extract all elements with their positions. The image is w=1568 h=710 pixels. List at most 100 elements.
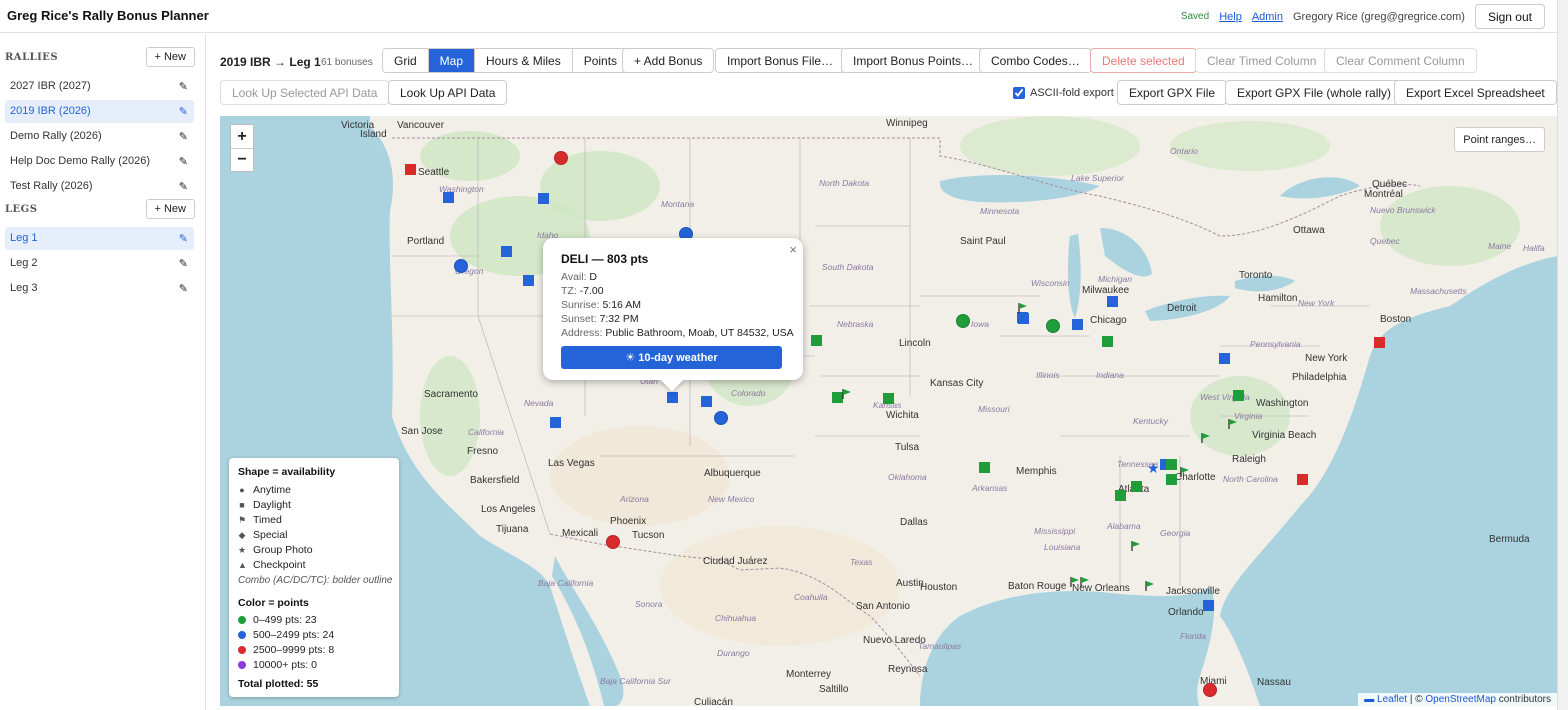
bonus-marker-circle[interactable] xyxy=(1046,319,1060,333)
export-excel-button[interactable]: Export Excel Spreadsheet xyxy=(1394,80,1557,105)
sidebar-item-leg[interactable]: Leg 2 ✎ xyxy=(5,252,194,275)
osm-link[interactable]: OpenStreetMap xyxy=(1425,694,1496,705)
bonus-marker-circle[interactable] xyxy=(956,314,970,328)
popup-title: DELI — 803 pts xyxy=(561,252,649,266)
sidebar-item-rally[interactable]: Test Rally (2026) ✎ xyxy=(5,175,194,198)
bonus-marker-flag[interactable] xyxy=(1201,432,1211,443)
import-bonus-file-button[interactable]: Import Bonus File… xyxy=(715,48,846,73)
bonus-marker-flag[interactable] xyxy=(1080,576,1090,587)
close-icon[interactable]: × xyxy=(789,242,797,257)
combo-codes-button[interactable]: Combo Codes… xyxy=(979,48,1092,73)
tab-grid[interactable]: Grid xyxy=(383,49,429,72)
lookup-selected-api-button[interactable]: Look Up Selected API Data xyxy=(220,80,390,105)
bonus-marker-flag[interactable] xyxy=(1018,302,1028,313)
bonus-marker-square[interactable] xyxy=(1018,313,1029,324)
clear-timed-column-button[interactable]: Clear Timed Column xyxy=(1195,48,1329,73)
pencil-icon[interactable]: ✎ xyxy=(179,232,188,245)
bonus-marker-flag[interactable] xyxy=(1228,418,1238,429)
bonus-marker-square[interactable] xyxy=(701,396,712,407)
bonus-marker-square[interactable] xyxy=(405,164,416,175)
bonus-marker-square[interactable] xyxy=(1203,600,1214,611)
lookup-api-button[interactable]: Look Up API Data xyxy=(388,80,508,105)
sidebar-item-leg[interactable]: Leg 3 ✎ xyxy=(5,277,194,300)
bonus-marker-square[interactable] xyxy=(667,392,678,403)
zoom-in-button[interactable]: + xyxy=(231,125,253,148)
bonus-marker-square[interactable] xyxy=(443,192,454,203)
bonus-marker-circle[interactable] xyxy=(714,411,728,425)
red-dot-icon xyxy=(238,646,246,654)
bonus-marker-star[interactable]: ★ xyxy=(1147,460,1160,477)
bonus-marker-square[interactable] xyxy=(1072,319,1083,330)
bonus-marker-square[interactable] xyxy=(1102,336,1113,347)
export-gpx-button[interactable]: Export GPX File xyxy=(1117,80,1228,105)
bonus-marker-square[interactable] xyxy=(550,417,561,428)
bonus-marker-square[interactable] xyxy=(1166,459,1177,470)
ascii-fold-checkbox[interactable] xyxy=(1013,87,1025,99)
bonus-marker-square[interactable] xyxy=(1166,474,1177,485)
leaflet-link[interactable]: Leaflet xyxy=(1377,694,1407,705)
sidebar-item-rally[interactable]: Demo Rally (2026) ✎ xyxy=(5,125,194,148)
pencil-icon[interactable]: ✎ xyxy=(179,130,188,143)
bonus-marker-square[interactable] xyxy=(1297,474,1308,485)
flag-icon: ⚑ xyxy=(238,514,247,525)
tab-map[interactable]: Map xyxy=(428,49,476,72)
pencil-icon[interactable]: ✎ xyxy=(179,80,188,93)
city-label: Vancouver xyxy=(397,120,445,131)
bonus-marker-square[interactable] xyxy=(1131,481,1142,492)
bonus-marker-square[interactable] xyxy=(1107,296,1118,307)
pencil-icon[interactable]: ✎ xyxy=(179,180,188,193)
popup-sunrise-value: 5:16 AM xyxy=(602,299,641,311)
city-label: Orlando xyxy=(1168,607,1204,618)
bonus-marker-square[interactable] xyxy=(1233,390,1244,401)
city-label: Portland xyxy=(407,236,445,247)
new-leg-button[interactable]: + New xyxy=(145,199,195,219)
export-gpx-whole-button[interactable]: Export GPX File (whole rally) xyxy=(1225,80,1404,105)
delete-selected-button[interactable]: Delete selected xyxy=(1090,48,1197,73)
new-rally-button[interactable]: + New xyxy=(145,47,195,67)
bonus-marker-circle[interactable] xyxy=(554,151,568,165)
map-view[interactable]: Vancouver Victoria Island Seattle Portland Wi… xyxy=(220,116,1557,706)
bonus-marker-square[interactable] xyxy=(811,335,822,346)
bonus-marker-square[interactable] xyxy=(538,193,549,204)
weather-button[interactable]: ☀ 10-day weather xyxy=(561,346,782,369)
city-label: Nassau xyxy=(1257,677,1291,688)
pencil-icon[interactable]: ✎ xyxy=(179,105,188,118)
bonus-marker-square[interactable] xyxy=(523,275,534,286)
pencil-icon[interactable]: ✎ xyxy=(179,257,188,270)
bonus-marker-flag[interactable] xyxy=(842,388,852,399)
pencil-icon[interactable]: ✎ xyxy=(179,282,188,295)
help-link[interactable]: Help xyxy=(1219,11,1242,23)
bonus-marker-flag[interactable] xyxy=(1070,576,1080,587)
bonus-marker-square[interactable] xyxy=(883,393,894,404)
point-ranges-button[interactable]: Point ranges… xyxy=(1454,127,1545,152)
bonus-marker-square[interactable] xyxy=(1374,337,1385,348)
bonus-marker-square[interactable] xyxy=(1115,490,1126,501)
add-bonus-button[interactable]: + Add Bonus xyxy=(622,48,715,73)
tab-points[interactable]: Points xyxy=(572,49,629,72)
sidebar-item-leg-selected[interactable]: Leg 1 ✎ xyxy=(5,227,194,250)
bonus-marker-flag[interactable] xyxy=(1145,580,1155,591)
bonus-marker-square[interactable] xyxy=(1219,353,1230,364)
bonus-marker-flag[interactable] xyxy=(1180,466,1190,477)
pencil-icon[interactable]: ✎ xyxy=(179,155,188,168)
popup-sunrise: Sunrise: 5:16 AM xyxy=(561,299,641,311)
sign-out-button[interactable]: Sign out xyxy=(1474,4,1545,29)
bonus-marker-circle[interactable] xyxy=(454,259,468,273)
admin-link[interactable]: Admin xyxy=(1252,11,1283,23)
bonus-marker-square[interactable] xyxy=(501,246,512,257)
bonus-marker-circle[interactable] xyxy=(606,535,620,549)
city-label: Virginia Beach xyxy=(1252,430,1317,441)
zoom-out-button[interactable]: − xyxy=(231,148,253,171)
page-scrollbar[interactable] xyxy=(1557,0,1568,710)
bonus-marker-square[interactable] xyxy=(979,462,990,473)
sidebar-item-rally-selected[interactable]: 2019 IBR (2026) ✎ xyxy=(5,100,194,123)
sidebar-item-rally[interactable]: 2027 IBR (2027) ✎ xyxy=(5,75,194,98)
bonus-marker-flag[interactable] xyxy=(1131,540,1141,551)
clear-comment-column-button[interactable]: Clear Comment Column xyxy=(1324,48,1477,73)
import-bonus-points-button[interactable]: Import Bonus Points… xyxy=(841,48,986,73)
sidebar-item-rally[interactable]: Help Doc Demo Rally (2026) ✎ xyxy=(5,150,194,173)
city-label: Winnipeg xyxy=(886,118,928,129)
ascii-fold-toggle[interactable]: ASCII-fold export xyxy=(1013,87,1114,99)
tab-hours-miles[interactable]: Hours & Miles xyxy=(475,49,573,72)
bonus-marker-circle[interactable] xyxy=(1203,683,1217,697)
